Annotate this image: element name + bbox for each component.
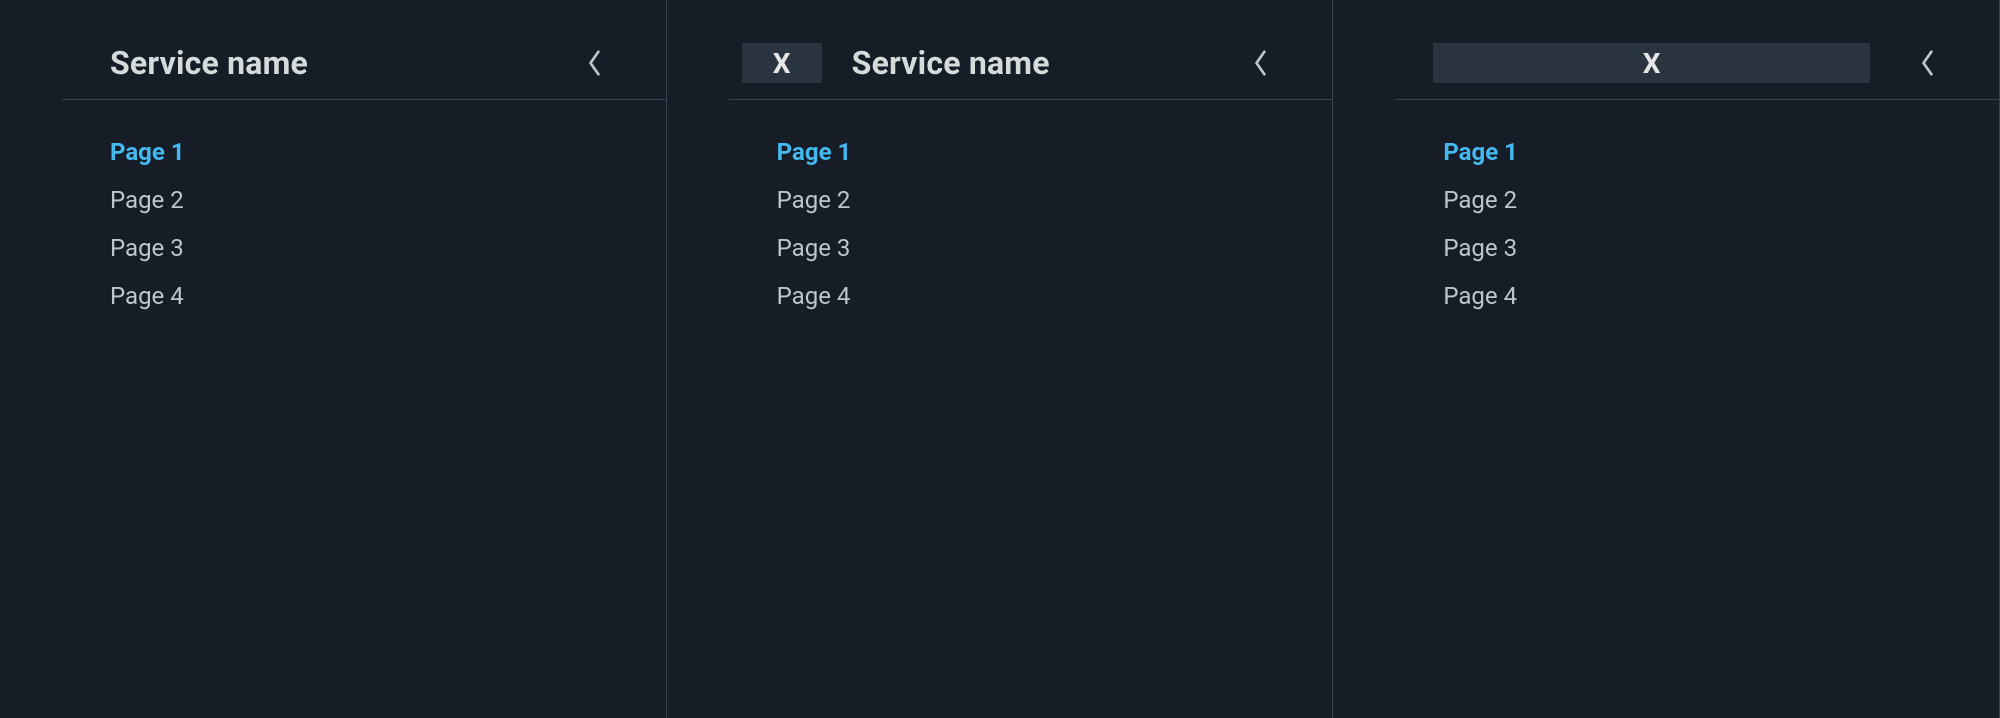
chevron-left-icon [1252, 47, 1270, 79]
nav-item-page-3[interactable]: Page 3 [777, 234, 1334, 262]
logo-placeholder: X [742, 43, 822, 83]
nav-item-page-2[interactable]: Page 2 [777, 186, 1334, 214]
chevron-left-icon [586, 47, 604, 79]
nav-list: Page 1 Page 2 Page 3 Page 4 [1333, 98, 2000, 310]
nav-item-page-2[interactable]: Page 2 [1443, 186, 2000, 214]
nav-item-page-4[interactable]: Page 4 [1443, 282, 2000, 310]
sidebar-panel: X Service name Page 1 Page 2 Page 3 Page… [667, 0, 1334, 718]
logo-placeholder: X [1433, 43, 1870, 83]
panel-header: Service name [0, 28, 667, 98]
panel-header: X [1333, 28, 2000, 98]
collapse-button[interactable] [1249, 43, 1273, 83]
sidebar-panel: X Page 1 Page 2 Page 3 Page 4 [1333, 0, 2000, 718]
sidebar-panel: Service name Page 1 Page 2 Page 3 Page 4 [0, 0, 667, 718]
nav-list: Page 1 Page 2 Page 3 Page 4 [667, 98, 1334, 310]
nav-item-page-4[interactable]: Page 4 [777, 282, 1334, 310]
nav-item-page-1[interactable]: Page 1 [1443, 138, 2000, 166]
collapse-button[interactable] [583, 43, 607, 83]
collapse-button[interactable] [1916, 43, 1940, 83]
nav-item-page-1[interactable]: Page 1 [110, 138, 667, 166]
chevron-left-icon [1919, 47, 1937, 79]
nav-item-page-3[interactable]: Page 3 [110, 234, 667, 262]
nav-item-page-1[interactable]: Page 1 [777, 138, 1334, 166]
nav-item-page-3[interactable]: Page 3 [1443, 234, 2000, 262]
nav-item-page-4[interactable]: Page 4 [110, 282, 667, 310]
service-name-title: Service name [852, 44, 1050, 82]
panel-header: X Service name [667, 28, 1334, 98]
nav-item-page-2[interactable]: Page 2 [110, 186, 667, 214]
nav-list: Page 1 Page 2 Page 3 Page 4 [0, 98, 667, 310]
service-name-title: Service name [110, 44, 308, 82]
